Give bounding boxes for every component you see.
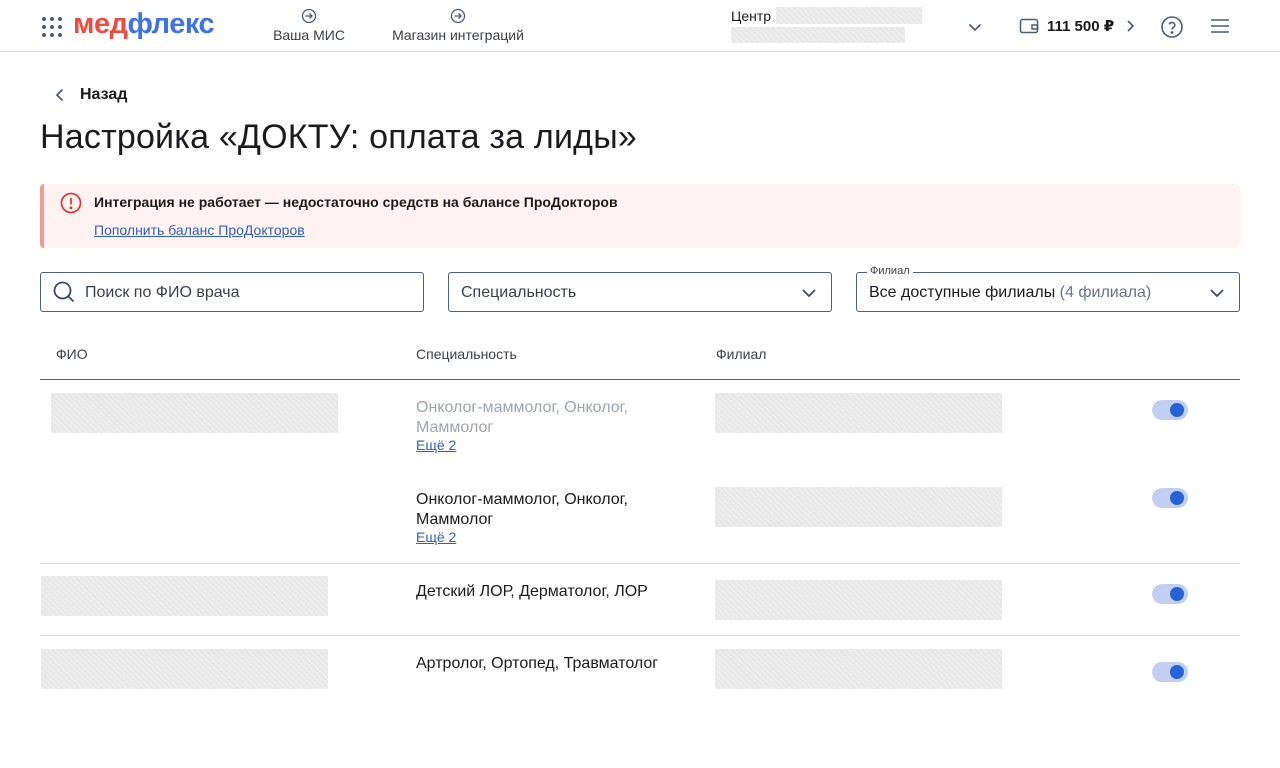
table-row-specialty: Детский ЛОР, Дерматолог, ЛОР	[416, 583, 648, 600]
column-header-specialty: Специальность	[416, 346, 517, 362]
help-icon[interactable]	[1160, 15, 1184, 39]
redacted-doctor-name	[41, 576, 328, 616]
doctor-search-input[interactable]: Поиск по ФИО врача	[40, 272, 424, 312]
nav-your-mis[interactable]: Ваша МИС	[272, 8, 346, 43]
back-link[interactable]: Назад	[52, 86, 127, 104]
apps-grid-icon[interactable]	[42, 17, 62, 37]
search-icon	[53, 281, 75, 303]
redacted-doctor-name	[41, 649, 328, 689]
redacted-branch	[715, 580, 1002, 620]
nav-integration-store-label: Магазин интеграций	[392, 27, 524, 43]
redacted-branch	[715, 649, 1002, 689]
column-header-name: ФИО	[56, 346, 88, 362]
column-header-branch: Филиал	[716, 346, 767, 362]
show-more-link[interactable]: Ещё 2	[416, 437, 456, 453]
login-icon	[450, 8, 466, 24]
lead-payment-toggle[interactable]	[1152, 584, 1188, 604]
lead-payment-toggle[interactable]	[1152, 400, 1188, 420]
table-row-specialty: Онколог-маммолог, Онколог, Маммолог	[416, 491, 628, 528]
branch-field-label: Филиал	[867, 265, 913, 277]
chevron-right-icon[interactable]	[1122, 18, 1138, 34]
search-placeholder: Поиск по ФИО врача	[85, 284, 240, 301]
top-up-balance-link[interactable]: Пополнить баланс ПроДокторов	[94, 222, 305, 238]
error-icon	[60, 192, 82, 214]
page-title: Настройка «ДОКТУ: оплата за лиды»	[40, 118, 637, 156]
chevron-down-icon	[802, 289, 816, 298]
login-icon	[301, 8, 317, 24]
branch-select[interactable]: Филиал Все доступные филиалы (4 филиала)	[856, 265, 1240, 312]
redacted-center-address	[731, 27, 905, 43]
balance-amount[interactable]: 111 500 ₽	[1047, 17, 1114, 35]
lead-payment-toggle[interactable]	[1152, 662, 1188, 682]
redacted-branch	[715, 393, 1002, 433]
wallet-icon	[1019, 18, 1039, 34]
table-header-divider	[40, 379, 1240, 380]
chevron-left-icon	[55, 88, 64, 102]
row-divider	[40, 635, 1240, 636]
row-divider	[40, 563, 1240, 564]
chevron-down-icon	[1210, 289, 1224, 298]
center-label: Центр	[731, 8, 772, 24]
lead-payment-toggle[interactable]	[1152, 488, 1188, 508]
medflex-logo[interactable]: медфлекс	[73, 8, 215, 41]
table-row-specialty: Артролог, Ортопед, Травматолог	[416, 655, 659, 672]
redacted-center-name	[776, 7, 922, 24]
error-alert: Интеграция не работает — недостаточно ср…	[40, 184, 1240, 248]
nav-your-mis-label: Ваша МИС	[273, 27, 345, 43]
redacted-doctor-name	[51, 393, 338, 433]
branch-count: (4 филиала)	[1059, 284, 1152, 301]
alert-title: Интеграция не работает — недостаточно ср…	[94, 194, 618, 210]
back-label: Назад	[80, 86, 128, 103]
nav-integration-store[interactable]: Магазин интеграций	[387, 8, 529, 43]
specialty-placeholder: Специальность	[461, 284, 577, 301]
table-row-specialty: Онколог-маммолог, Онколог, Маммолог	[416, 399, 628, 436]
show-more-link[interactable]: Ещё 2	[416, 529, 456, 545]
chevron-down-icon[interactable]	[966, 18, 984, 36]
specialty-select[interactable]: Специальность	[448, 272, 832, 312]
menu-icon[interactable]	[1209, 17, 1231, 35]
redacted-branch	[715, 487, 1002, 527]
top-header: медфлекс Ваша МИС Магазин интеграций Цен…	[0, 0, 1280, 52]
branch-selected-value: Все доступные филиалы (4 филиала)	[869, 284, 1152, 301]
